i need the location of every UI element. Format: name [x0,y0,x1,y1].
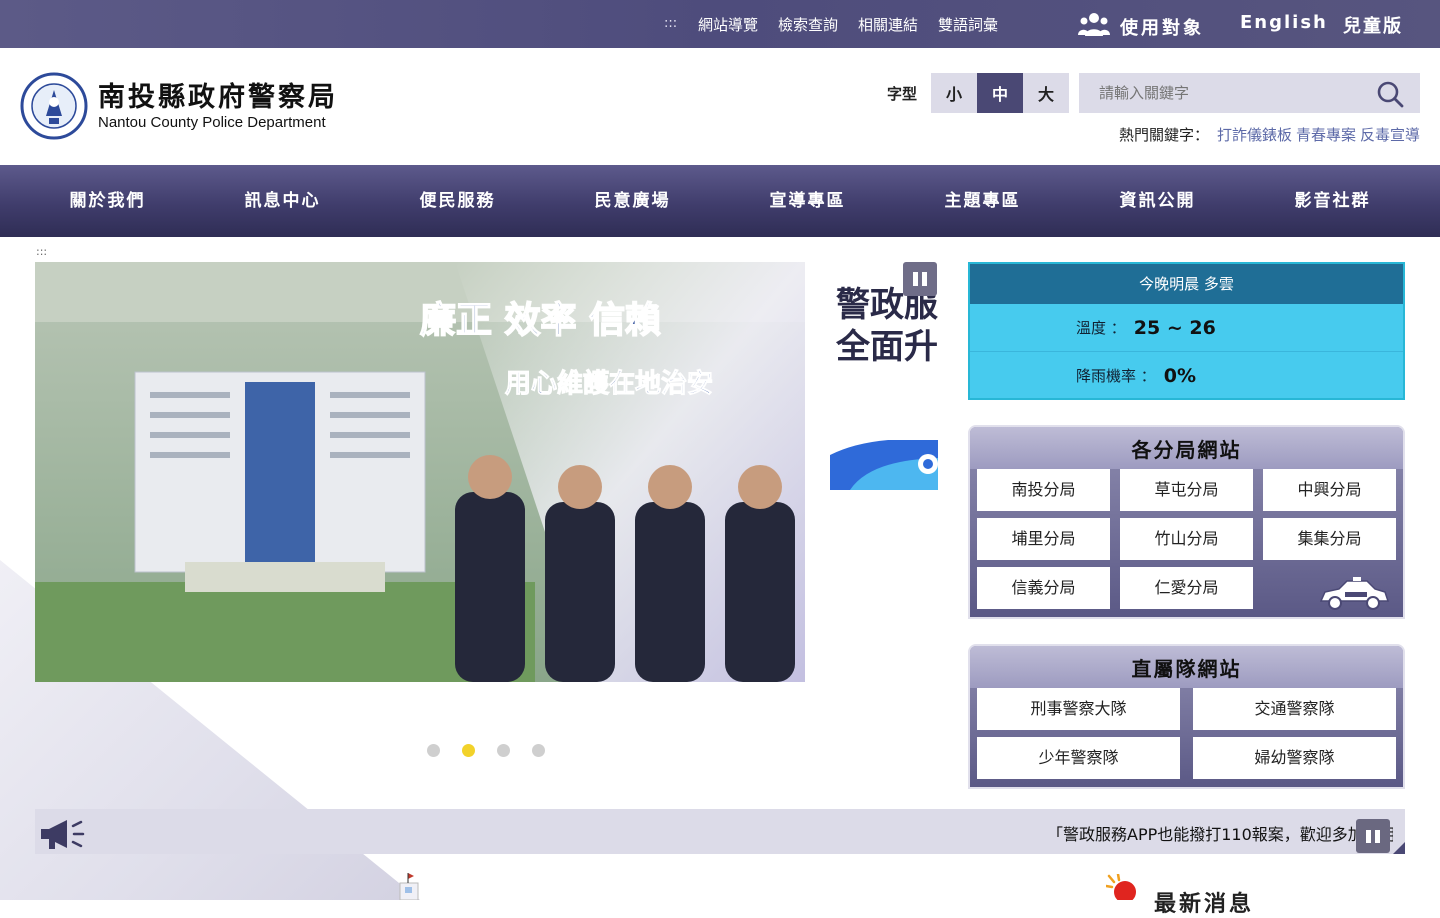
unit-link[interactable]: 交通警察隊 [1193,688,1396,730]
banner-slogan-2: 用心維護在地治安 [505,368,713,399]
font-size-medium-button[interactable]: 中 [977,73,1024,113]
audience-menu[interactable]: 使用對象 [1078,11,1204,42]
banner-pagination [427,744,545,757]
marquee-pause-button[interactable] [1356,819,1390,853]
search-input[interactable] [1079,73,1359,113]
branch-link[interactable]: 中興分局 [1263,469,1396,511]
unit-websites-grid: 刑事警察大隊 交通警察隊 少年警察隊 婦幼警察隊 [970,688,1403,779]
content-access-key[interactable]: ::: [36,245,47,258]
weather-widget: 今晚明晨 多雲 溫度 ： 25 ~ 26 降雨機率 ： 0% [968,262,1405,400]
nav-item-public-opinion[interactable]: 民意廣場 [545,165,720,237]
bilingual-glossary-link[interactable]: 雙語詞彙 [938,14,998,35]
banner-slogan-1: 廉正 效率 信賴 [420,299,661,341]
unit-link[interactable]: 婦幼警察隊 [1193,737,1396,779]
branch-link[interactable]: 竹山分局 [1120,518,1253,560]
related-links-link[interactable]: 相關連結 [858,14,918,35]
font-size-label: 字型 [887,84,918,103]
kids-version-link[interactable]: 兒童版 [1343,12,1403,38]
marquee-corner [1393,842,1405,854]
rain-probability-value: 0% [1163,364,1197,387]
main-navigation: 關於我們 訊息中心 便民服務 民意廣場 宣導專區 主題專區 資訊公開 影音社群 [0,165,1440,237]
nav-item-about[interactable]: 關於我們 [20,165,195,237]
pause-icon [913,272,918,286]
users-icon [1078,11,1110,42]
unit-websites-panel: 直屬隊網站 刑事警察大隊 交通警察隊 少年警察隊 婦幼警察隊 [968,644,1405,789]
branch-link[interactable]: 草屯分局 [1120,469,1253,511]
font-size-small-button[interactable]: 小 [931,73,978,113]
site-map-link[interactable]: 網站導覽 [698,14,758,35]
weather-forecast: 今晚明晨 多雲 [970,264,1403,304]
site-logo[interactable]: 南投縣政府警察局 Nantou County Police Department [20,72,338,144]
slide-dot-1[interactable] [427,744,440,757]
nav-item-advocacy[interactable]: 宣導專區 [720,165,895,237]
announcement-marquee: 「警政服務APP也能撥打110報案，歡迎多加利用」 [35,809,1405,854]
hot-keywords: 熱門關鍵字： 打詐儀錶板 青春專案 反毒宣導 [1119,124,1420,145]
search-icon[interactable] [1376,80,1404,112]
access-key[interactable]: ::: [664,16,677,31]
advocacy-icon [398,873,422,904]
utility-bar: ::: 網站導覽 檢索查詢 相關連結 雙語詞彙 使用對象 English 兒童版 [0,0,1440,48]
unit-link[interactable]: 刑事警察大隊 [977,688,1180,730]
next-slide-line-2: 全面升 [836,327,938,367]
nav-item-open-info[interactable]: 資訊公開 [1070,165,1245,237]
next-slide-title: 警政服 全面升 [836,284,938,368]
slide-dot-3[interactable] [497,744,510,757]
slide-dot-4[interactable] [532,744,545,757]
weather-rain-row: 降雨機率 ： 0% [970,352,1403,399]
branch-websites-panel: 各分局網站 南投分局 草屯分局 中興分局 埔里分局 竹山分局 集集分局 信義分局… [968,425,1405,619]
banner-slide[interactable]: 廉正 效率 信賴 用心維護在地治安 [35,262,805,682]
weather-temperature-row: 溫度 ： 25 ~ 26 [970,304,1403,352]
banner-image: 廉正 效率 信賴 用心維護在地治安 [35,262,805,682]
police-emblem-icon [20,72,88,144]
search-box [1079,73,1420,113]
logo-text: 南投縣政府警察局 Nantou County Police Department [98,83,338,133]
police-car-icon [1317,577,1391,615]
banner-pause-button[interactable] [903,262,937,296]
font-size-switcher: 字型 小 中 大 [887,73,1070,113]
site-subtitle: Nantou County Police Department [98,114,326,131]
slide-dot-2[interactable] [462,744,475,757]
hot-keywords-label: 熱門關鍵字： [1118,126,1209,144]
megaphone-icon [39,817,85,855]
unit-websites-title: 直屬隊網站 [970,646,1403,688]
search-query-link[interactable]: 檢索查詢 [778,14,838,35]
hot-keyword-link[interactable]: 青春專案 [1296,124,1356,145]
pause-icon [1375,829,1380,843]
branch-link[interactable]: 集集分局 [1263,518,1396,560]
font-size-large-button[interactable]: 大 [1023,73,1070,113]
branch-link[interactable]: 埔里分局 [977,518,1110,560]
site-title: 南投縣政府警察局 [98,82,338,113]
english-link[interactable]: English [1240,12,1328,33]
branch-link[interactable]: 信義分局 [977,567,1110,609]
hot-keyword-link[interactable]: 反毒宣導 [1360,124,1420,145]
latest-news-title: 最新消息 [1154,892,1255,917]
nav-item-topics[interactable]: 主題專區 [895,165,1070,237]
utility-links: 網站導覽 檢索查詢 相關連結 雙語詞彙 [698,14,998,35]
nav-item-services[interactable]: 便民服務 [370,165,545,237]
unit-link[interactable]: 少年警察隊 [977,737,1180,779]
hot-keyword-link[interactable]: 打詐儀錶板 [1217,124,1292,145]
marquee-text[interactable]: 「警政服務APP也能撥打110報案，歡迎多加利用」 [1047,821,1393,845]
temperature-label: 溫度 ： [1076,319,1126,337]
audience-label: 使用對象 [1120,17,1204,39]
next-slide-preview[interactable]: 警政服 全面升 [830,262,938,490]
pause-icon [1366,829,1371,843]
rain-probability-label: 降雨機率 ： [1076,367,1156,385]
nav-item-news-center[interactable]: 訊息中心 [195,165,370,237]
branch-websites-title: 各分局網站 [970,427,1403,469]
branch-link[interactable]: 南投分局 [977,469,1110,511]
pause-icon [922,272,927,286]
temperature-value: 25 ~ 26 [1133,316,1216,339]
flag-swoosh-icon [830,440,938,490]
nav-item-media[interactable]: 影音社群 [1245,165,1420,237]
branch-link[interactable]: 仁愛分局 [1120,567,1253,609]
site-header: 南投縣政府警察局 Nantou County Police Department… [0,48,1440,165]
